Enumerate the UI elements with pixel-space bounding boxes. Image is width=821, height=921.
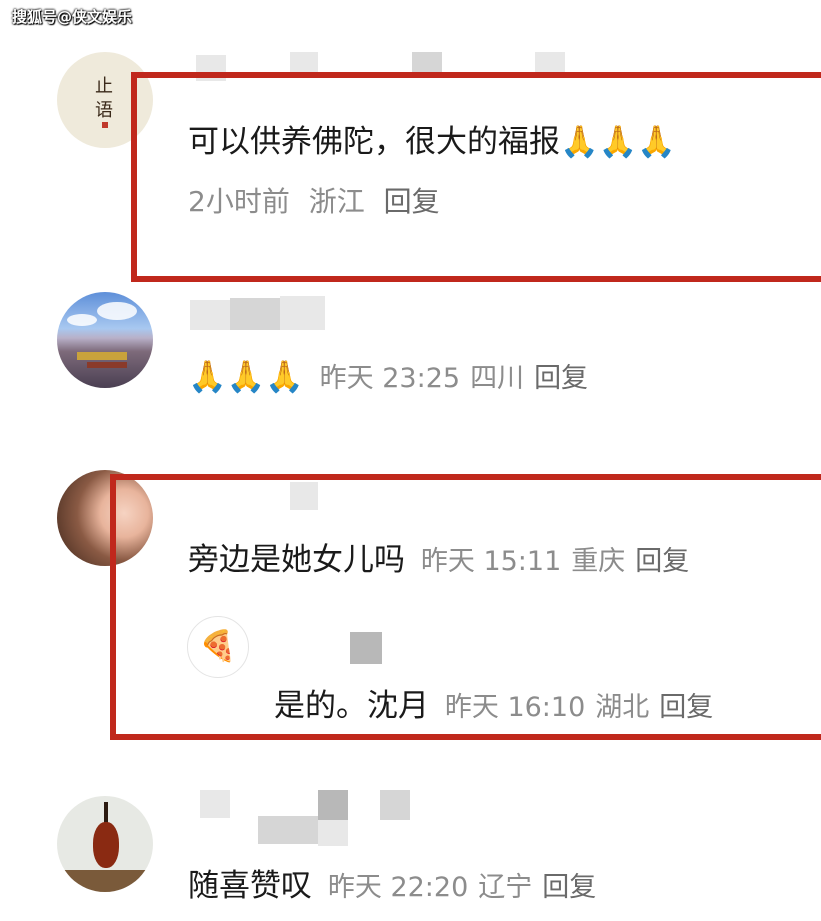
reply-button[interactable]: 回复 xyxy=(542,872,596,903)
watermark: 搜狐号@侠文娱乐 xyxy=(12,8,133,26)
blurred-username xyxy=(230,298,280,330)
avatar-violin[interactable] xyxy=(57,796,153,892)
comment-meta: 昨天 22:20 辽宁 回复 xyxy=(328,872,606,903)
highlight-box xyxy=(131,72,821,282)
blurred-username xyxy=(258,816,318,844)
blurred-username xyxy=(280,296,325,330)
cloud xyxy=(67,314,97,326)
blurred-username xyxy=(190,300,230,330)
comment-location: 四川 xyxy=(470,363,525,394)
comment-emoji-text: 🙏🙏🙏 xyxy=(188,359,304,395)
temple-roof xyxy=(77,352,127,360)
comment-location: 辽宁 xyxy=(478,872,533,903)
seal-stamp xyxy=(102,122,108,128)
avatar-seal-char-1: 止 xyxy=(95,76,113,97)
blurred-username xyxy=(318,790,348,820)
comment-body: 随喜赞叹 xyxy=(188,868,312,904)
blurred-username xyxy=(318,820,348,846)
avatar-landscape[interactable] xyxy=(57,292,153,388)
violin-body xyxy=(93,822,119,868)
comment-time: 昨天 23:25 xyxy=(319,363,461,394)
cloud xyxy=(97,302,137,320)
blurred-username xyxy=(200,790,230,818)
highlight-box xyxy=(110,474,821,740)
comment-text: 🙏🙏🙏 昨天 23:25 四川 回复 xyxy=(188,356,598,395)
blurred-username xyxy=(380,790,410,820)
comment-meta: 昨天 23:25 四川 回复 xyxy=(320,363,598,394)
temple-roof xyxy=(87,362,127,368)
comment-text: 随喜赞叹 昨天 22:20 辽宁 回复 xyxy=(188,860,606,905)
comment-time: 昨天 22:20 xyxy=(327,872,469,903)
avatar-seal-char-2: 语 xyxy=(95,100,113,121)
reply-button[interactable]: 回复 xyxy=(534,363,588,394)
table xyxy=(57,870,153,892)
